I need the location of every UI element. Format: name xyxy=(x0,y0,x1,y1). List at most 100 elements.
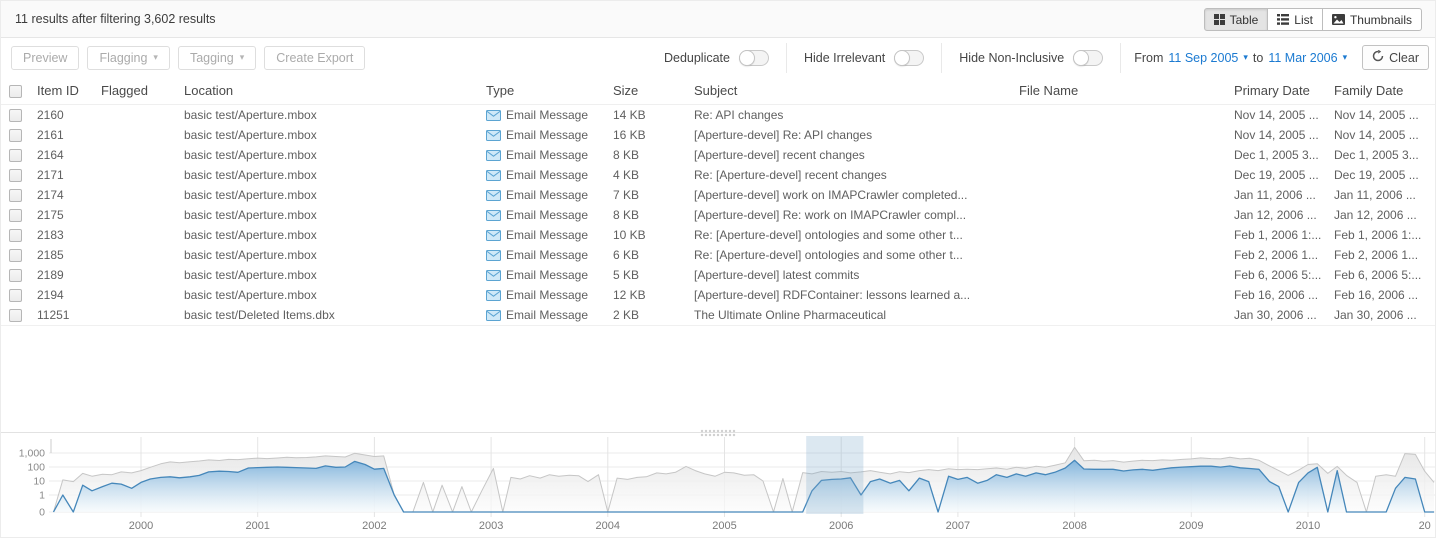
cell-checkbox xyxy=(1,305,37,325)
column-header-file-name[interactable]: File Name xyxy=(1019,83,1234,98)
cell-type: Email Message xyxy=(486,265,613,285)
cell-location: basic test/Deleted Items.dbx xyxy=(184,305,486,325)
toggle-knob xyxy=(894,50,910,66)
row-checkbox[interactable] xyxy=(9,209,22,222)
cell-location: basic test/Aperture.mbox xyxy=(184,185,486,205)
cell-primary-date: Dec 1, 2005 3... xyxy=(1234,145,1334,165)
table-row[interactable]: 2160basic test/Aperture.mboxEmail Messag… xyxy=(1,105,1435,125)
row-checkbox[interactable] xyxy=(9,249,22,262)
cell-subject: [Aperture-devel] work on IMAPCrawler com… xyxy=(694,185,1019,205)
column-header-item-id[interactable]: Item ID xyxy=(37,83,101,98)
select-all-cell xyxy=(1,82,37,97)
cell-family-date: Jan 11, 2006 ... xyxy=(1334,185,1435,205)
row-checkbox[interactable] xyxy=(9,129,22,142)
row-checkbox[interactable] xyxy=(9,269,22,282)
table-row[interactable]: 11251basic test/Deleted Items.dbxEmail M… xyxy=(1,305,1435,325)
table-row[interactable]: 2174basic test/Aperture.mboxEmail Messag… xyxy=(1,185,1435,205)
deduplicate-toggle[interactable] xyxy=(739,50,769,66)
table-row[interactable]: 2164basic test/Aperture.mboxEmail Messag… xyxy=(1,145,1435,165)
cell-location: basic test/Aperture.mbox xyxy=(184,265,486,285)
row-checkbox[interactable] xyxy=(9,289,22,302)
tagging-button[interactable]: Tagging ▾ xyxy=(178,46,256,70)
cell-type: Email Message xyxy=(486,185,613,205)
table-row[interactable]: 2185basic test/Aperture.mboxEmail Messag… xyxy=(1,245,1435,265)
cell-family-date: Jan 30, 2006 ... xyxy=(1334,305,1435,325)
flagging-button[interactable]: Flagging ▾ xyxy=(87,46,169,70)
date-range-filter: From 11 Sep 2005 ▾ to 11 Mar 2006 ▾ xyxy=(1121,51,1360,65)
cell-subject: The Ultimate Online Pharmaceutical xyxy=(694,305,1019,325)
view-toggle-group: Table List Thumbnails xyxy=(1204,8,1422,31)
table-row[interactable]: 2161basic test/Aperture.mboxEmail Messag… xyxy=(1,125,1435,145)
x-axis-tick-label: 2008 xyxy=(1062,520,1086,532)
row-checkbox[interactable] xyxy=(9,189,22,202)
email-icon xyxy=(486,190,501,201)
row-checkbox[interactable] xyxy=(9,149,22,162)
row-checkbox[interactable] xyxy=(9,169,22,182)
cell-checkbox xyxy=(1,105,37,125)
column-header-flagged[interactable]: Flagged xyxy=(101,83,184,98)
row-checkbox[interactable] xyxy=(9,229,22,242)
cell-location: basic test/Aperture.mbox xyxy=(184,105,486,125)
table-row[interactable]: 2194basic test/Aperture.mboxEmail Messag… xyxy=(1,285,1435,305)
cell-primary-date: Nov 14, 2005 ... xyxy=(1234,105,1334,125)
cell-checkbox xyxy=(1,225,37,245)
cell-type: Email Message xyxy=(486,305,613,325)
panel-resize-grip-icon[interactable] xyxy=(700,429,736,437)
column-header-size[interactable]: Size xyxy=(613,83,694,98)
table-row[interactable]: 2189basic test/Aperture.mboxEmail Messag… xyxy=(1,265,1435,285)
cell-location: basic test/Aperture.mbox xyxy=(184,125,486,145)
button-label: Tagging xyxy=(190,51,234,65)
x-axis-tick-label: 2004 xyxy=(596,520,620,532)
x-axis-tick-label: 2005 xyxy=(712,520,736,532)
row-checkbox[interactable] xyxy=(9,109,22,122)
view-button-list[interactable]: List xyxy=(1268,8,1323,31)
view-button-table[interactable]: Table xyxy=(1204,8,1269,31)
cell-item-id: 2175 xyxy=(37,205,101,225)
cell-size: 5 KB xyxy=(613,265,694,285)
table-row[interactable]: 2171basic test/Aperture.mboxEmail Messag… xyxy=(1,165,1435,185)
cell-size: 10 KB xyxy=(613,225,694,245)
create-export-button[interactable]: Create Export xyxy=(264,46,365,70)
select-all-checkbox[interactable] xyxy=(9,85,22,98)
timeline-selection-brush[interactable] xyxy=(806,436,863,514)
cell-checkbox xyxy=(1,185,37,205)
x-axis-tick-label: 2009 xyxy=(1179,520,1203,532)
cell-checkbox xyxy=(1,245,37,265)
clear-date-filter-button[interactable]: Clear xyxy=(1362,45,1429,70)
hide-irrelevant-toggle[interactable] xyxy=(894,50,924,66)
column-header-family-date[interactable]: Family Date xyxy=(1334,83,1435,98)
row-checkbox[interactable] xyxy=(9,309,22,322)
email-icon xyxy=(486,290,501,301)
type-label: Email Message xyxy=(506,265,588,285)
cell-checkbox xyxy=(1,145,37,165)
cell-location: basic test/Aperture.mbox xyxy=(184,285,486,305)
hide-non-inclusive-toggle[interactable] xyxy=(1073,50,1103,66)
column-header-location[interactable]: Location xyxy=(184,83,486,98)
cell-type: Email Message xyxy=(486,245,613,265)
caret-down-icon[interactable]: ▾ xyxy=(1243,52,1248,63)
table-row[interactable]: 2183basic test/Aperture.mboxEmail Messag… xyxy=(1,225,1435,245)
cell-primary-date: Nov 14, 2005 ... xyxy=(1234,125,1334,145)
cell-size: 14 KB xyxy=(613,105,694,125)
toggle-knob xyxy=(739,50,755,66)
type-label: Email Message xyxy=(506,305,588,325)
view-button-thumbnails[interactable]: Thumbnails xyxy=(1323,8,1422,31)
to-date-dropdown[interactable]: 11 Mar 2006 xyxy=(1268,51,1337,65)
cell-subject: [Aperture-devel] recent changes xyxy=(694,145,1019,165)
timeline-chart[interactable]: 01101001,0002000200120022003200420052006… xyxy=(1,433,1436,538)
from-date-dropdown[interactable]: 11 Sep 2005 xyxy=(1168,51,1238,65)
column-header-primary-date[interactable]: Primary Date xyxy=(1234,83,1334,98)
preview-button[interactable]: Preview xyxy=(11,46,79,70)
caret-down-icon[interactable]: ▾ xyxy=(1343,52,1348,63)
column-header-type[interactable]: Type xyxy=(486,83,613,98)
x-axis-tick-label: 2000 xyxy=(129,520,153,532)
cell-primary-date: Jan 11, 2006 ... xyxy=(1234,185,1334,205)
column-header-subject[interactable]: Subject xyxy=(694,83,1019,98)
deduplicate-toggle-item: Deduplicate xyxy=(647,50,786,66)
table-row[interactable]: 2175basic test/Aperture.mboxEmail Messag… xyxy=(1,205,1435,225)
cell-item-id: 2161 xyxy=(37,125,101,145)
table-view-icon xyxy=(1214,14,1225,25)
thumbnails-view-icon xyxy=(1332,14,1345,25)
cell-subject: [Aperture-devel] RDFContainer: lessons l… xyxy=(694,285,1019,305)
email-icon xyxy=(486,270,501,281)
